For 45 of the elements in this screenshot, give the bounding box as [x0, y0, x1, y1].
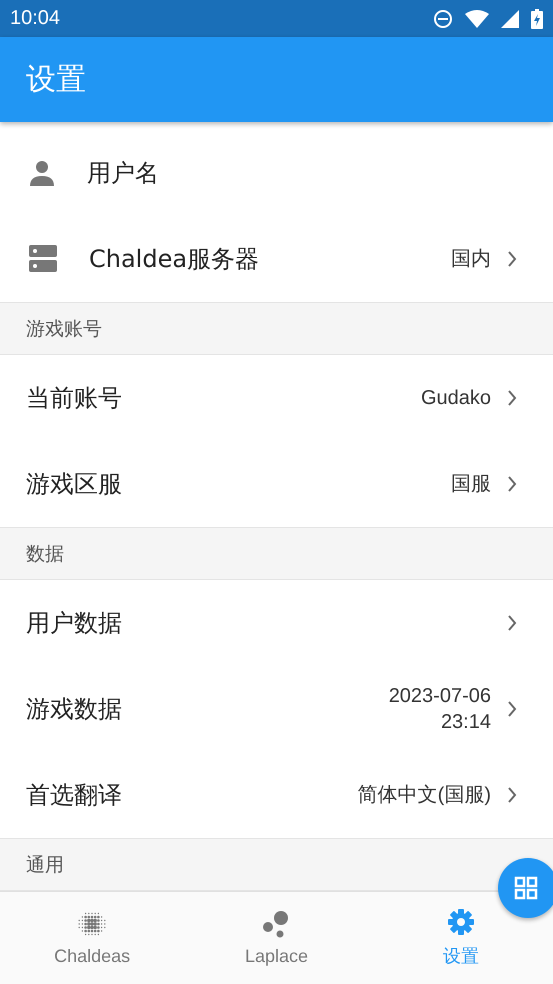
battery-icon — [531, 8, 543, 28]
chevron-icon — [507, 787, 517, 803]
settings-row[interactable]: 游戏数据 2023-07-06 23:14 — [0, 666, 553, 752]
bubbles-icon — [262, 910, 290, 938]
wifi-icon — [465, 10, 489, 28]
nav-label: Laplace — [244, 946, 308, 966]
row-value: 2023-07-06 23:14 — [388, 684, 491, 735]
nav-label: Chaldeas — [54, 946, 130, 966]
row-label: Chaldea服务器 — [89, 244, 260, 275]
chevron-icon — [507, 701, 517, 717]
row-value: 国服 — [451, 472, 491, 497]
chevron-icon — [507, 390, 517, 406]
row-label: 当前账号 — [26, 383, 123, 414]
settings-row[interactable]: 用户名 — [0, 130, 553, 216]
settings-row[interactable]: 当前账号 Gudako — [0, 355, 553, 441]
nav-tab[interactable]: Laplace — [184, 892, 369, 984]
row-label: 用户名 — [87, 158, 160, 189]
row-label: 首选翻译 — [26, 780, 123, 811]
nav-label: 设置 — [442, 945, 479, 968]
row-label: 游戏区服 — [26, 469, 123, 500]
chevron-icon — [507, 251, 517, 267]
settings-row[interactable]: 用户数据 — [0, 580, 553, 666]
row-value: Gudako — [420, 386, 491, 411]
settings-icon — [446, 908, 475, 936]
do-not-disturb-icon — [433, 8, 453, 28]
settings-row[interactable]: 首选翻译 简体中文(国服) — [0, 752, 553, 838]
row-label: 游戏数据 — [26, 694, 123, 725]
section-title: 游戏账号 — [26, 316, 102, 342]
person-icon — [29, 160, 55, 186]
grid-icon — [514, 876, 538, 900]
row-value: 国内 — [451, 247, 491, 272]
section-title: 通用 — [26, 852, 64, 878]
chevron-icon — [507, 476, 517, 492]
chevron-icon — [507, 615, 517, 631]
grid-fab[interactable] — [498, 858, 553, 918]
settings-row[interactable]: Chaldea服务器 国内 — [0, 216, 553, 302]
server-icon — [29, 245, 57, 273]
row-label: 用户数据 — [26, 608, 123, 639]
app-title: 设置 — [26, 61, 86, 99]
nav-tab[interactable]: Chaldeas — [0, 892, 184, 984]
row-value: 简体中文(国服) — [358, 783, 491, 808]
status-time: 10:04 — [10, 7, 60, 30]
settings-row[interactable]: 游戏区服 国服 — [0, 441, 553, 527]
section-title: 数据 — [26, 542, 64, 566]
signal-icon — [501, 10, 519, 28]
